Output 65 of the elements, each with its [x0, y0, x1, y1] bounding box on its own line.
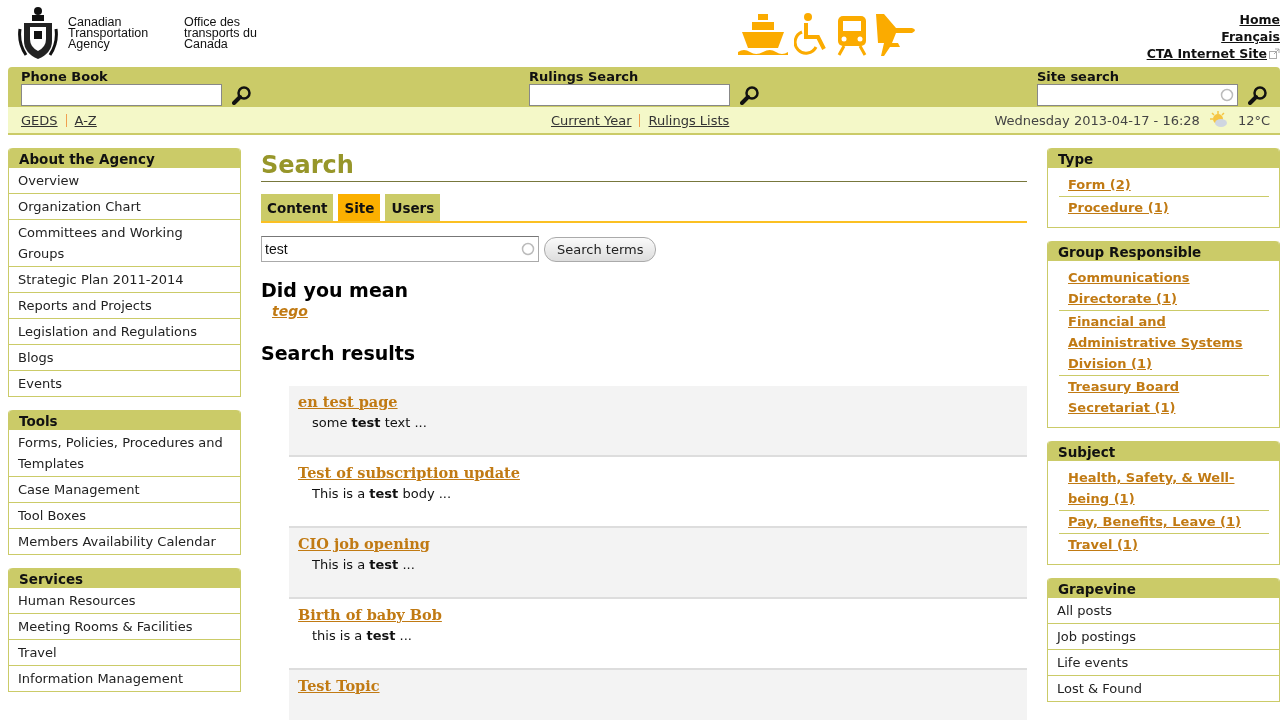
menu-item[interactable]: Overview: [9, 168, 240, 193]
tab[interactable]: Content: [261, 194, 334, 221]
section-header: Type: [1048, 148, 1279, 168]
section-header: Subject: [1048, 441, 1279, 461]
airplane-icon: [874, 11, 918, 56]
menu-item[interactable]: Forms, Policies, Procedures and Templates: [9, 430, 240, 476]
search-icon[interactable]: [232, 85, 252, 105]
section-heading: Did you mean: [261, 278, 410, 302]
tab[interactable]: Site: [338, 194, 381, 221]
agency-name: Office des transports du Canada: [184, 17, 258, 50]
search-button[interactable]: Search terms: [544, 236, 657, 262]
nav-link[interactable]: Current Year: [551, 112, 632, 128]
menu-item[interactable]: Information Management: [9, 665, 240, 691]
result-snippet: this is a test ...: [311, 627, 413, 645]
section-header: Services: [9, 568, 240, 588]
agency-name: Canadian Transportation Agency: [68, 17, 150, 50]
tab[interactable]: Users: [385, 194, 441, 221]
menu-item[interactable]: Events: [9, 370, 240, 396]
menu-item[interactable]: Life events: [1048, 649, 1279, 675]
menu-item[interactable]: Job postings: [1048, 623, 1279, 649]
menu-item[interactable]: Members Availability Calendar: [9, 528, 240, 554]
menu-item[interactable]: Organization Chart: [9, 193, 240, 219]
section-header: Group Responsible: [1048, 241, 1279, 261]
menu-item[interactable]: Blogs: [9, 344, 240, 370]
menu-item[interactable]: Human Resources: [9, 588, 240, 613]
ship-icon: [738, 11, 788, 56]
section-header: Tools: [9, 410, 240, 430]
field-label: Phone Book: [21, 69, 109, 84]
nav-link[interactable]: GEDS: [21, 112, 58, 128]
header-link[interactable]: Français: [1221, 28, 1280, 45]
menu-item[interactable]: Meeting Rooms & Facilities: [9, 613, 240, 639]
date-time: Wednesday 2013-04-17 - 16:28: [994, 112, 1200, 128]
header-link[interactable]: CTA Internet Site: [1146, 45, 1267, 62]
menu-item[interactable]: Reports and Projects: [9, 292, 240, 318]
search-field[interactable]: [1037, 84, 1238, 106]
menu-item[interactable]: All posts: [1048, 598, 1279, 623]
search-field[interactable]: [529, 84, 730, 106]
menu-item[interactable]: Lost & Found: [1048, 675, 1279, 701]
nav-link[interactable]: A-Z: [74, 112, 97, 128]
result-snippet: This is a test body ...: [311, 485, 453, 503]
weather-icon: [1209, 111, 1228, 129]
menu-item[interactable]: Strategic Plan 2011-2014: [9, 266, 240, 292]
external-link-icon: [1269, 48, 1280, 59]
search-icon[interactable]: [740, 85, 760, 105]
field-label: Site search: [1037, 69, 1121, 84]
search-field[interactable]: test: [261, 236, 539, 262]
menu-item[interactable]: Tool Boxes: [9, 502, 240, 528]
loading-icon: [1220, 88, 1234, 102]
loading-icon: [521, 242, 535, 256]
search-icon[interactable]: [1248, 85, 1268, 105]
menu-item[interactable]: Legislation and Regulations: [9, 318, 240, 344]
menu-item[interactable]: Travel: [9, 639, 240, 665]
result-snippet: This is a test ...: [311, 556, 416, 574]
header-link[interactable]: Home: [1239, 11, 1280, 28]
section-heading: Search results: [261, 341, 417, 365]
search-field[interactable]: [21, 84, 222, 106]
field-label: Rulings Search: [529, 69, 640, 84]
menu-item[interactable]: Committees and Working Groups: [9, 219, 240, 266]
nav-link[interactable]: Rulings Lists: [648, 112, 730, 128]
page-title: Search: [261, 148, 1027, 182]
temperature: 12°C: [1237, 112, 1270, 128]
section-header: Grapevine: [1048, 578, 1279, 598]
result-snippet: some test text ...: [311, 414, 428, 432]
section-header: About the Agency: [9, 148, 240, 168]
menu-item[interactable]: Case Management: [9, 476, 240, 502]
